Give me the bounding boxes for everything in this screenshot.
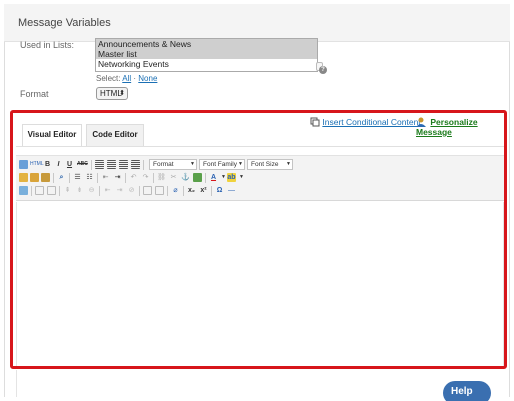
paste-icon[interactable] [30,173,39,182]
format-dropdown-label: Format [153,161,174,168]
row-before-icon[interactable]: ⇞ [63,186,72,195]
html-icon[interactable]: HTML [30,160,44,169]
strikethrough-icon[interactable]: ABC [77,160,88,169]
toolbar-separator [183,186,184,196]
background-color-icon[interactable]: ab [227,173,236,182]
col-after-icon[interactable]: ⇥ [115,186,124,195]
editor-toolbar: HTML B I U ABC Format ▼ Font Family ▼ Font… [16,155,504,201]
link-icon[interactable]: ⛓ [157,173,166,182]
editor-content-area[interactable] [16,202,504,366]
align-left-icon[interactable] [95,160,104,169]
font-size-label: Font Size [251,161,279,168]
align-center-icon[interactable] [107,160,116,169]
list-option[interactable]: Master list [96,49,317,59]
toolbar-separator [99,186,100,196]
cut-icon[interactable] [19,173,28,182]
superscript-icon[interactable]: x² [199,186,208,195]
section-title: Message Variables [18,17,111,29]
list-option[interactable]: Networking Events [96,59,317,69]
editor-footer [16,370,504,397]
source-icon[interactable] [19,160,28,169]
toolbar-row-2: ⌕ ☰ ☷ ⇤ ⇥ ↶ ↷ ⛓ ✂ ⚓ A ▼ ab ▼ [19,172,499,184]
font-family-dropdown[interactable]: Font Family ▼ [199,159,245,170]
select-all-none: Select: All · None [96,74,157,83]
font-family-label: Font Family [203,161,237,168]
subscript-icon[interactable]: x₂ [187,186,196,195]
redo-icon[interactable]: ↷ [141,173,150,182]
align-right-icon[interactable] [119,160,128,169]
select-none-link[interactable]: None [138,74,157,83]
tab-visual-editor[interactable]: Visual Editor [22,124,82,146]
toolbar-row-3: ⇞ ⇟ ⊖ ⇤ ⇥ ⊘ ⌀ x₂ x² Ω — [19,185,499,197]
list-option[interactable]: Announcements & News [96,39,317,49]
outdent-icon[interactable]: ⇤ [101,173,110,182]
row-after-icon[interactable]: ⇟ [75,186,84,195]
toolbar-separator [153,173,154,183]
help-icon[interactable]: ? [319,66,327,74]
cleanup-icon[interactable]: ⌀ [171,186,180,195]
toolbar-separator [125,173,126,183]
font-size-dropdown[interactable]: Font Size ▼ [247,159,293,170]
select-arrows-icon: ⬍ [119,90,125,97]
insert-conditional-link[interactable]: Insert Conditional Content [322,117,420,127]
merge-cells-icon[interactable] [143,186,152,195]
used-in-lists-listbox[interactable]: Announcements & News Master list Network… [95,38,318,72]
table-icon[interactable] [35,186,44,195]
split-cells-icon[interactable] [155,186,164,195]
chevron-down-icon: ▼ [238,161,243,167]
section-header: Message Variables [4,4,510,42]
anchor-icon[interactable]: ⚓ [181,173,190,182]
format-dropdown[interactable]: Format ▼ [149,159,197,170]
align-justify-icon[interactable] [131,160,140,169]
chevron-down-icon[interactable]: ▼ [237,173,246,182]
tab-baseline [16,146,504,147]
col-before-icon[interactable]: ⇤ [103,186,112,195]
bullet-list-icon[interactable]: ☰ [73,173,82,182]
edit-icon[interactable] [19,186,28,195]
numbered-list-icon[interactable]: ☷ [85,173,94,182]
used-in-lists-label: Used in Lists: [20,40,75,50]
chevron-down-icon: ▼ [190,161,195,167]
toolbar-separator [139,186,140,196]
special-char-icon[interactable]: Ω [215,186,224,195]
insert-conditional-content[interactable]: Insert Conditional Content [310,117,421,127]
table-props-icon[interactable] [47,186,56,195]
toolbar-separator [97,173,98,183]
toolbar-separator [211,186,212,196]
toolbar-separator [31,186,32,196]
find-icon[interactable]: ⌕ [57,173,66,182]
underline-icon[interactable]: U [65,160,74,169]
bold-icon[interactable]: B [43,160,52,169]
select-separator: · [133,74,137,83]
chevron-down-icon: ▼ [286,161,291,167]
toolbar-separator [167,186,168,196]
indent-icon[interactable]: ⇥ [113,173,122,182]
person-icon [416,117,426,127]
select-all-link[interactable]: All [122,74,131,83]
horizontal-rule-icon[interactable]: — [227,186,236,195]
format-label: Format [20,89,49,99]
help-button-label: Help [451,386,473,397]
tab-code-editor[interactable]: Code Editor [86,124,144,146]
toolbar-separator [53,173,54,183]
toolbar-row-1: HTML B I U ABC Format ▼ Font Family ▼ Font… [19,159,499,171]
toolbar-separator [205,173,206,183]
delete-row-icon[interactable]: ⊖ [87,186,96,195]
image-icon[interactable] [193,173,202,182]
help-button[interactable]: Help [443,381,491,401]
undo-icon[interactable]: ↶ [129,173,138,182]
format-select[interactable]: HTML ⬍ [96,87,128,100]
personalize-message[interactable]: Personalize Message [416,117,514,137]
paste-word-icon[interactable] [41,173,50,182]
toolbar-separator [143,160,144,170]
delete-col-icon[interactable]: ⊘ [127,186,136,195]
conditional-content-icon [310,117,320,127]
text-color-icon[interactable]: A [209,173,218,182]
select-prefix: Select: [96,74,121,83]
unlink-icon[interactable]: ✂ [169,173,178,182]
toolbar-separator [69,173,70,183]
toolbar-separator [91,160,92,170]
italic-icon[interactable]: I [54,160,63,169]
toolbar-separator [59,186,60,196]
